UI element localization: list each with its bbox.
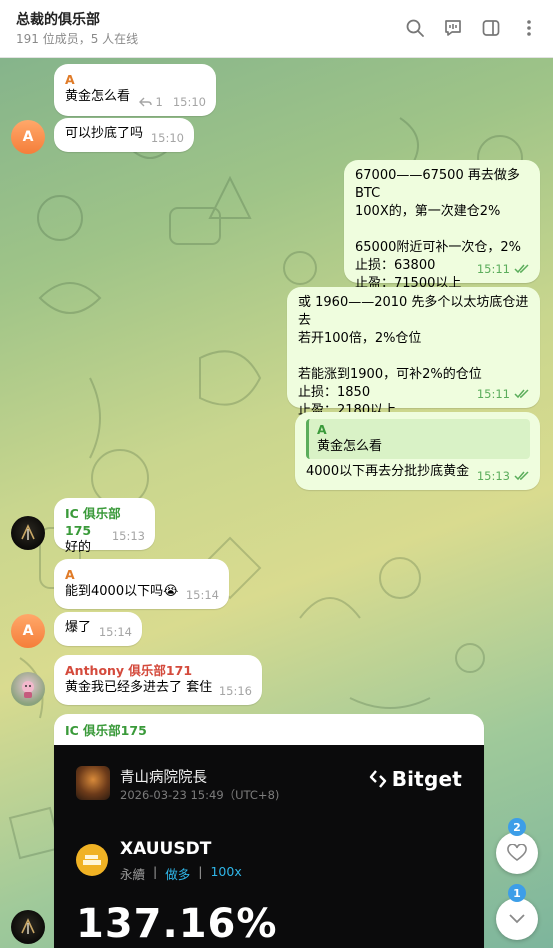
reply-count[interactable]: 1 bbox=[156, 93, 163, 111]
avatar[interactable] bbox=[11, 516, 45, 550]
message-bubble-outgoing[interactable]: 或 1960——2010 先多个以太坊底仓进去 若开100倍，2%仓位 若能涨到… bbox=[287, 287, 540, 418]
search-icon[interactable] bbox=[405, 18, 425, 38]
header-actions bbox=[405, 18, 539, 38]
message-bubble-outgoing[interactable]: 67000——67500 再去做多BTC 100X的，第一次建仓2% 65000… bbox=[344, 160, 540, 291]
trading-pair: XAUUSDT bbox=[120, 839, 212, 859]
trader-name: 青山病院院長 bbox=[120, 770, 207, 786]
sidebar-toggle-icon[interactable] bbox=[481, 18, 501, 38]
double-check-icon bbox=[514, 471, 529, 481]
message-meta: 15:10 bbox=[151, 129, 184, 147]
avatar[interactable]: A bbox=[11, 120, 45, 154]
position-details: 永續 | 做多 | 100x bbox=[120, 864, 242, 882]
avatar[interactable]: A bbox=[11, 614, 45, 648]
chat-header: 总裁的俱乐部 191 位成员，5 人在线 bbox=[0, 0, 553, 58]
shared-image-message[interactable]: IC 俱乐部175 青山病院院長 2026-03-23 15:49（UTC+8)… bbox=[54, 714, 484, 948]
message-time: 15:16 bbox=[218, 684, 252, 698]
scroll-down-button[interactable] bbox=[496, 898, 538, 940]
reactions-button[interactable] bbox=[496, 832, 538, 874]
message-meta: 1 15:10 bbox=[138, 93, 206, 111]
chevron-down-icon bbox=[509, 914, 525, 924]
unread-badge[interactable]: 1 bbox=[508, 884, 526, 902]
sender-name[interactable]: IC 俱乐部175 bbox=[65, 723, 147, 738]
trade-date: 2026-03-23 15:49（UTC+8) bbox=[120, 788, 280, 802]
gold-coin-icon bbox=[76, 844, 108, 876]
message-meta: 15:13 bbox=[477, 467, 530, 485]
avatar[interactable] bbox=[11, 672, 45, 706]
reactions-badge[interactable]: 2 bbox=[508, 818, 526, 836]
trade-screenshot[interactable]: 青山病院院長 2026-03-23 15:49（UTC+8) Bitget XA… bbox=[54, 745, 484, 948]
message-bubble[interactable]: A 能到4000以下吗😭 15:14 bbox=[54, 559, 229, 609]
bitget-logo-icon bbox=[369, 770, 386, 788]
message-meta: 15:11 bbox=[477, 260, 530, 278]
avatar[interactable] bbox=[11, 910, 45, 944]
pnl-percentage: 137.16% bbox=[76, 901, 278, 947]
double-check-icon bbox=[514, 389, 529, 399]
reply-icon[interactable] bbox=[138, 97, 152, 107]
ic-logo-icon bbox=[21, 918, 35, 934]
message-time: 15:13 bbox=[476, 469, 510, 483]
chat-icon[interactable] bbox=[443, 18, 463, 38]
message-bubble[interactable]: Anthony 俱乐部171 黄金我已经多进去了 套住 15:16 bbox=[54, 655, 262, 705]
message-time: 15:10 bbox=[150, 131, 184, 145]
quote-sender: A bbox=[317, 422, 327, 437]
message-meta: 15:16 bbox=[219, 682, 252, 700]
sender-name[interactable]: A bbox=[65, 71, 206, 88]
character-avatar-icon bbox=[22, 681, 34, 698]
quote-text: 黄金怎么看 bbox=[317, 439, 383, 454]
message-bubble[interactable]: 可以抄底了吗 15:10 bbox=[54, 118, 194, 152]
message-time: 15:14 bbox=[185, 588, 219, 602]
double-check-icon bbox=[514, 264, 529, 274]
more-icon[interactable] bbox=[519, 18, 539, 38]
message-bubble-outgoing[interactable]: A 黄金怎么看 4000以下再去分批抄底黄金 15:13 bbox=[295, 412, 540, 490]
message-time: 15:13 bbox=[111, 529, 145, 543]
ic-logo-icon bbox=[21, 524, 35, 540]
brand-name: Bitget bbox=[391, 767, 462, 791]
sender-name[interactable]: A bbox=[65, 566, 219, 583]
profile-picture bbox=[76, 766, 110, 800]
position-side: 做多 bbox=[165, 867, 191, 882]
sender-name[interactable]: Anthony 俱乐部171 bbox=[65, 662, 252, 679]
contract-type: 永續 bbox=[120, 867, 146, 882]
heart-icon bbox=[507, 844, 527, 861]
reply-quote[interactable]: A 黄金怎么看 bbox=[306, 419, 530, 459]
message-meta: 15:14 bbox=[99, 623, 132, 641]
message-meta: 15:11 bbox=[477, 385, 530, 403]
message-meta: 15:14 bbox=[186, 586, 219, 604]
message-meta: 15:13 bbox=[112, 527, 145, 545]
message-time: 15:11 bbox=[476, 387, 510, 401]
message-time: 15:10 bbox=[172, 95, 206, 109]
message-time: 15:11 bbox=[476, 262, 510, 276]
message-bubble[interactable]: IC 俱乐部175 好的 15:13 bbox=[54, 498, 155, 555]
message-bubble[interactable]: 爆了 15:14 bbox=[54, 612, 142, 646]
leverage: 100x bbox=[210, 864, 242, 879]
message-bubble[interactable]: A 黄金怎么看 1 15:10 bbox=[54, 64, 216, 116]
bitget-logo: Bitget bbox=[368, 767, 462, 791]
message-time: 15:14 bbox=[98, 625, 132, 639]
